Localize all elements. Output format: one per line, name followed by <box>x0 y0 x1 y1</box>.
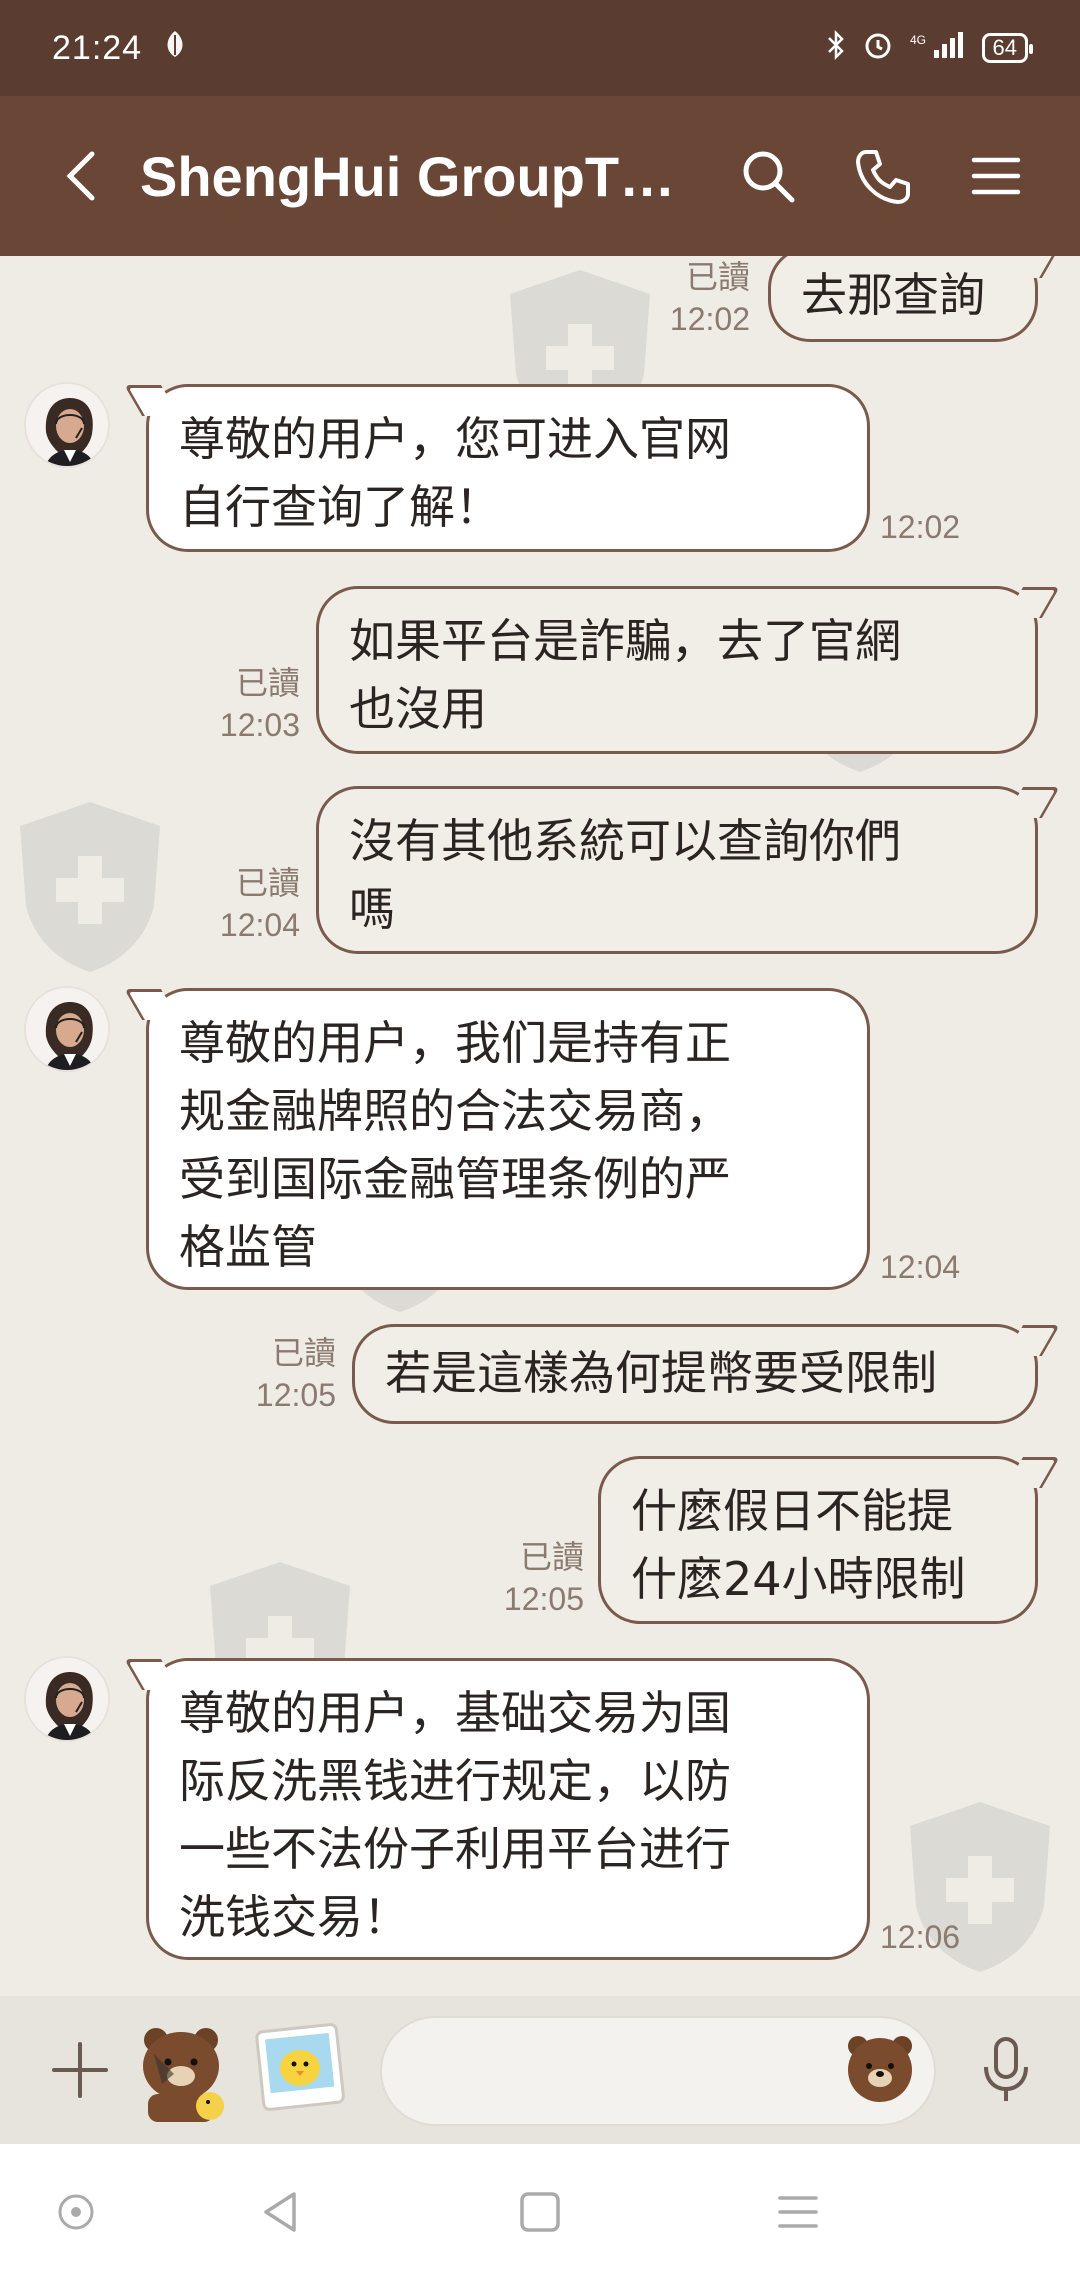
back-icon[interactable] <box>40 136 120 216</box>
message-text-line: 际反洗黑钱进行规定，以防 <box>179 1754 731 1808</box>
message-text-line: 格监管 <box>179 1220 317 1274</box>
menu-lines-icon[interactable] <box>766 2180 830 2244</box>
message-text-line: 嗎 <box>349 882 395 936</box>
bluetooth-icon <box>826 29 846 67</box>
chat-title[interactable]: ShengHui GroupTt... <box>140 144 680 209</box>
input-bar <box>0 1996 1080 2144</box>
message-meta: 已讀 12:04 <box>200 862 300 946</box>
message-bubble-in[interactable]: 尊敬的用户，您可进入官网 自行查询了解！ <box>146 384 870 552</box>
message-meta: 已讀 12:05 <box>480 1536 584 1620</box>
chat-area[interactable]: 已讀 12:02 去那查詢 尊敬的用户，您可进入官网 自行查询了解！ 12:02… <box>0 256 1080 1996</box>
message-text-line: 一些不法份子利用平台进行 <box>179 1822 731 1876</box>
message-meta: 已讀 12:03 <box>200 662 300 746</box>
signal-4g-icon: 4G <box>910 30 966 67</box>
read-status: 已讀 <box>519 1539 584 1575</box>
message-text-line: 尊敬的用户，基础交易为国 <box>179 1686 731 1740</box>
message-bubble-out[interactable]: 沒有其他系統可以查詢你們 嗎 <box>316 786 1038 954</box>
message-text-line: 如果平台是詐騙，去了官網 <box>349 614 901 668</box>
message-time: 12:06 <box>880 1919 961 1955</box>
message-time: 12:02 <box>669 301 750 337</box>
chat-header: ShengHui GroupTt... <box>0 96 1080 256</box>
avatar[interactable] <box>24 1656 110 1742</box>
microphone-icon[interactable] <box>966 2030 1046 2110</box>
read-status: 已讀 <box>685 259 750 295</box>
message-time: 12:05 <box>503 1581 584 1617</box>
phone-icon[interactable] <box>842 136 922 216</box>
message-text-line: 洗钱交易！ <box>179 1890 409 1944</box>
alarm-icon <box>862 29 894 68</box>
read-status: 已讀 <box>271 1335 336 1371</box>
status-time: 21:24 <box>52 28 143 67</box>
assistant-dot-icon[interactable] <box>44 2180 108 2244</box>
battery-icon: 64 <box>981 33 1034 63</box>
message-text-line: 规金融牌照的合法交易商， <box>179 1084 731 1138</box>
system-nav-bar <box>0 2144 1080 2280</box>
message-meta: 已讀 12:02 <box>640 256 750 340</box>
message-time: 12:03 <box>219 707 300 743</box>
message-text: 若是這樣為何提幣要受限制 <box>385 1346 937 1400</box>
bear-emoji-icon[interactable] <box>840 2026 920 2106</box>
status-bar: 21:24 4G 64 <box>0 0 1080 96</box>
message-bubble-out[interactable]: 什麼假日不能提 什麼24小時限制 <box>598 1456 1038 1624</box>
leaf-icon <box>162 29 188 67</box>
menu-icon[interactable] <box>956 136 1036 216</box>
message-bubble-out[interactable]: 若是這樣為何提幣要受限制 <box>352 1324 1038 1424</box>
search-icon[interactable] <box>728 136 808 216</box>
message-time: 12:04 <box>219 907 300 943</box>
plus-icon[interactable] <box>40 2030 120 2110</box>
read-status: 已讀 <box>235 665 300 701</box>
message-time: 12:04 <box>880 1249 961 1285</box>
message-text-line: 受到国际金融管理条例的严 <box>179 1152 731 1206</box>
message-text: 去那查詢 <box>801 268 985 322</box>
message-text-line: 尊敬的用户，我们是持有正 <box>179 1016 731 1070</box>
message-bubble-in[interactable]: 尊敬的用户，基础交易为国 际反洗黑钱进行规定，以防 一些不法份子利用平台进行 洗… <box>146 1658 870 1960</box>
message-time: 12:02 <box>880 509 961 545</box>
message-text-line: 尊敬的用户，您可进入官网 <box>179 412 731 466</box>
message-text-line: 自行查询了解！ <box>179 480 501 534</box>
avatar[interactable] <box>24 986 110 1072</box>
svg-text:4G: 4G <box>910 33 926 47</box>
message-text-line: 沒有其他系統可以查詢你們 <box>349 814 901 868</box>
message-time: 12:05 <box>255 1377 336 1413</box>
back-triangle-icon[interactable] <box>248 2180 312 2244</box>
home-square-icon[interactable] <box>508 2180 572 2244</box>
message-meta: 已讀 12:05 <box>232 1332 336 1416</box>
message-bubble-out[interactable]: 如果平台是詐騙，去了官網 也沒用 <box>316 586 1038 754</box>
message-text-line: 什麼假日不能提 <box>631 1484 953 1538</box>
message-bubble-out[interactable]: 去那查詢 <box>768 256 1038 342</box>
bear-sticker-icon[interactable] <box>128 2014 238 2124</box>
avatar[interactable] <box>24 382 110 468</box>
chick-photo-icon[interactable] <box>250 2016 350 2116</box>
message-text-line: 什麼24小時限制 <box>631 1552 966 1606</box>
message-bubble-in[interactable]: 尊敬的用户，我们是持有正 规金融牌照的合法交易商， 受到国际金融管理条例的严 格… <box>146 988 870 1290</box>
watermark-icon <box>20 802 160 972</box>
read-status: 已讀 <box>235 865 300 901</box>
message-text-line: 也沒用 <box>349 682 487 736</box>
